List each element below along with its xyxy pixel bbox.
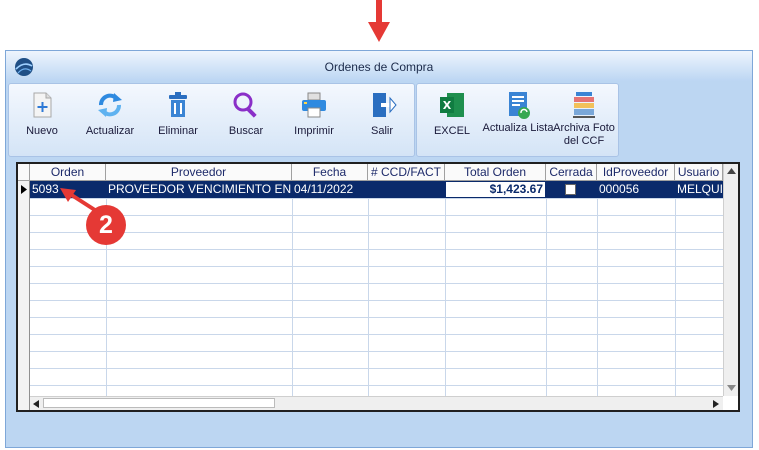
refresh-button-label: Actualizar xyxy=(85,125,135,137)
archive-photo-button-label: Archiva Foto del CCF xyxy=(553,122,615,147)
search-button-label: Buscar xyxy=(228,125,264,137)
trash-icon xyxy=(169,92,187,117)
row-selector-column xyxy=(18,181,30,410)
col-header-usuario[interactable]: Usuario xyxy=(675,164,723,181)
exit-button[interactable]: Salir xyxy=(349,84,415,156)
current-row-pointer-icon xyxy=(21,185,27,194)
col-header-cerrada[interactable]: Cerrada xyxy=(546,164,597,181)
col-header-orden[interactable]: Orden xyxy=(30,164,106,181)
col-header-idproveedor[interactable]: IdProveedor xyxy=(597,164,675,181)
refresh-button[interactable]: Actualizar xyxy=(77,84,143,156)
search-icon xyxy=(233,92,257,118)
toolbar-main: Nuevo Actualizar Eliminar Buscar Imprimi… xyxy=(8,83,415,157)
delete-button[interactable]: Eliminar xyxy=(145,84,211,156)
cell-cerrada[interactable] xyxy=(546,181,597,198)
new-button-label: Nuevo xyxy=(26,125,58,137)
purchase-orders-window: Ordenes de Compra Nuevo Actualizar Elimi… xyxy=(5,50,753,448)
update-list-icon xyxy=(509,92,530,119)
refresh-icon xyxy=(98,93,122,117)
toolbar-extra: X EXCEL Actualiza Lista Archiva Foto del… xyxy=(416,83,619,157)
cell-total[interactable]: $1,423.67 xyxy=(446,182,545,197)
excel-button[interactable]: X EXCEL xyxy=(419,84,485,156)
update-list-button[interactable]: Actualiza Lista xyxy=(483,84,553,156)
scroll-down-icon[interactable] xyxy=(727,385,736,391)
exit-button-label: Salir xyxy=(370,125,393,137)
col-header-fecha[interactable]: Fecha xyxy=(292,164,368,181)
cell-idproveedor[interactable]: 000056 xyxy=(597,181,675,198)
scroll-up-icon[interactable] xyxy=(727,168,736,174)
col-header-ccd-fact[interactable]: # CCD/FACT xyxy=(368,164,445,181)
col-header-proveedor[interactable]: Proveedor xyxy=(106,164,292,181)
step-number-badge: 2 xyxy=(86,205,126,245)
col-header-total[interactable]: Total Orden xyxy=(445,164,546,181)
delete-button-label: Eliminar xyxy=(158,125,198,137)
horizontal-scroll-thumb[interactable] xyxy=(43,398,275,408)
horizontal-scrollbar[interactable] xyxy=(30,396,723,410)
new-button[interactable]: Nuevo xyxy=(9,84,75,156)
search-button[interactable]: Buscar xyxy=(213,84,279,156)
vertical-scrollbar[interactable] xyxy=(723,164,738,396)
top-arrow-annotation xyxy=(368,0,390,42)
excel-icon: X xyxy=(440,93,464,117)
orders-grid[interactable]: Orden Proveedor Fecha # CCD/FACT Total O… xyxy=(16,162,740,412)
scroll-right-icon[interactable] xyxy=(713,400,719,408)
scroll-left-icon[interactable] xyxy=(33,400,39,408)
cell-fecha[interactable]: 04/11/2022 xyxy=(292,181,368,198)
title-bar: Ordenes de Compra xyxy=(6,51,752,81)
cell-ccd-fact[interactable] xyxy=(368,181,445,198)
archive-photo-icon xyxy=(573,92,595,118)
cell-proveedor[interactable]: PROVEEDOR VENCIMIENTO EN xyxy=(106,181,292,198)
print-button-label: Imprimir xyxy=(294,125,334,137)
grid-corner xyxy=(18,164,30,181)
print-button[interactable]: Imprimir xyxy=(281,84,347,156)
svg-text:X: X xyxy=(443,99,452,112)
cell-usuario[interactable]: MELQUIN xyxy=(675,181,723,198)
printer-icon xyxy=(302,92,326,118)
window-title: Ordenes de Compra xyxy=(324,60,434,74)
exit-icon xyxy=(373,93,397,117)
archive-photo-button[interactable]: Archiva Foto del CCF xyxy=(551,84,617,156)
new-document-icon xyxy=(33,92,52,118)
cerrada-checkbox[interactable] xyxy=(565,184,576,195)
